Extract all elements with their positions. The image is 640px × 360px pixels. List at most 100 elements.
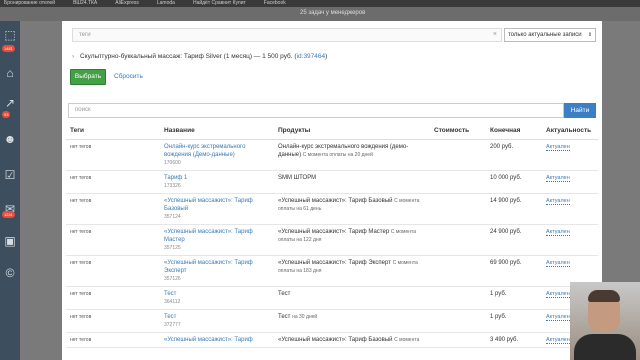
status-link[interactable]: Актуален <box>546 259 570 267</box>
final-price-cell: 14 900 руб. <box>486 193 542 225</box>
cost-cell <box>430 170 486 194</box>
chevron-right-icon: › <box>72 53 75 60</box>
name-cell: «Успешный массажист»: Тариф Мастер 357125 <box>160 224 274 256</box>
status-link[interactable]: Актуален <box>546 290 570 298</box>
badge-count: 93 <box>2 111 11 118</box>
name-cell: «Успешный массажист»: Тариф <box>160 332 274 348</box>
webcam-person-hair <box>588 290 620 302</box>
table-row[interactable]: нет тегов «Успешный массажист»: Тариф Мас… <box>66 224 598 256</box>
offer-name-link[interactable]: «Успешный массажист»: Тариф Мастер <box>164 228 270 244</box>
status-link[interactable]: Актуален <box>546 174 570 182</box>
chevron-updown-icon: ⇕ <box>587 32 592 38</box>
tags-input[interactable]: теги × <box>72 28 502 42</box>
choose-button[interactable]: Выбрать <box>70 69 106 85</box>
cost-cell <box>430 193 486 225</box>
badge-count: 1241 <box>2 211 15 218</box>
cost-cell <box>430 139 486 171</box>
filter-row: теги × только актуальные записи ⇕ <box>62 21 602 49</box>
name-cell: Тест 372777 <box>160 309 274 333</box>
webcam-person-body <box>574 334 636 360</box>
offer-id: 357125 <box>164 244 181 251</box>
product-id-link[interactable]: id:397464 <box>297 53 326 60</box>
actuality-cell: Актуален <box>542 193 598 225</box>
product-cell: Тест на 30 дней <box>274 309 430 333</box>
offer-name-link[interactable]: «Успешный массажист»: Тариф Эксперт <box>164 259 270 275</box>
status-link[interactable]: Актуален <box>546 197 570 205</box>
offer-name-link[interactable]: Тариф 1 <box>164 174 270 182</box>
reset-link[interactable]: Сбросить <box>114 69 143 85</box>
chat-icon[interactable]: © <box>2 265 18 281</box>
product-name: Тест <box>278 290 291 297</box>
product-cell: «Успешный массажист»: Тариф Базовый С мо… <box>274 193 430 225</box>
final-price-cell: 200 руб. <box>486 139 542 171</box>
clear-icon[interactable]: × <box>493 29 497 41</box>
table-row[interactable]: нет тегов Тест 364112 Тест 1 руб. Актуален <box>66 286 598 310</box>
actuality-cell: Актуален <box>542 170 598 194</box>
tasks-icon[interactable]: ☑ <box>2 167 18 183</box>
offer-name-link[interactable]: Онлайн-курс экстремального вождения (Дем… <box>164 143 270 159</box>
offers-table: Теги Название Продукты Стоимость Конечна… <box>66 125 598 348</box>
bookmark-link[interactable]: ВШ24.ТКА <box>69 0 97 6</box>
column-header: Конечная <box>486 125 542 140</box>
offer-id: 364112 <box>164 298 181 305</box>
chart-icon[interactable]: ↗ <box>2 95 18 111</box>
cost-cell <box>430 309 486 333</box>
bookmark-link[interactable]: Lamoda <box>153 0 175 6</box>
product-cell: «Успешный массажист»: Тариф Мастер С мом… <box>274 224 430 256</box>
page-backdrop <box>20 21 62 360</box>
table-row[interactable]: нет тегов «Успешный массажист»: Тариф Экс… <box>66 255 598 287</box>
product-name: «Успешный массажист»: Тариф Базовый <box>278 197 393 204</box>
bookmark-link[interactable]: Бронирование отелей <box>0 0 55 6</box>
product-note: С момента <box>394 336 420 343</box>
product-name: «Успешный массажист»: Тариф Мастер <box>278 228 390 235</box>
tags-cell: нет тегов <box>66 139 160 171</box>
product-note: на 30 дней <box>292 313 318 320</box>
name-cell: Тест 364112 <box>160 286 274 310</box>
table-row[interactable]: нет тегов «Успешный массажист»: Тариф «Усп… <box>66 332 598 348</box>
home-icon[interactable]: ⌂ <box>2 65 18 81</box>
video-icon[interactable]: ▣ <box>2 233 18 249</box>
cost-cell <box>430 224 486 256</box>
bookmark-link[interactable]: Facebook <box>260 0 286 6</box>
offer-name-link[interactable]: Тест <box>164 313 270 321</box>
table-row[interactable]: нет тегов Тест 372777 Тест на 30 дней 1 руб.… <box>66 309 598 333</box>
status-link[interactable]: Актуален <box>546 143 570 151</box>
logo-icon[interactable]: ⬚ <box>2 27 18 43</box>
find-button[interactable]: Найти <box>564 103 596 118</box>
table-row[interactable]: нет тегов Онлайн-курс экстремального вожд… <box>66 139 598 171</box>
status-link[interactable]: Актуален <box>546 228 570 236</box>
final-price-cell: 1 руб. <box>486 309 542 333</box>
bookmark-link[interactable]: AliExpress <box>111 0 139 6</box>
status-link[interactable]: Актуален <box>546 336 570 344</box>
actuality-select[interactable]: только актуальные записи ⇕ <box>504 28 596 42</box>
search-input[interactable]: поиск <box>68 103 564 118</box>
offer-id: 173326 <box>164 182 181 189</box>
table-row[interactable]: нет тегов «Успешный массажист»: Тариф Баз… <box>66 193 598 225</box>
product-name: «Успешный массажист»: Тариф Эксперт <box>278 259 391 266</box>
tags-cell: нет тегов <box>66 255 160 287</box>
offer-name-link[interactable]: «Успешный массажист»: Тариф Базовый <box>164 197 270 213</box>
product-cell: «Успешный массажист»: Тариф Эксперт С мо… <box>274 255 430 287</box>
product-note: С момента оплаты на 20 дней <box>302 151 373 158</box>
actuality-cell: Актуален <box>542 139 598 171</box>
offer-name-link[interactable]: «Успешный массажист»: Тариф <box>164 336 270 344</box>
users-icon[interactable]: ☻ <box>2 131 18 147</box>
product-name: SMM ШТОРМ <box>278 174 317 181</box>
tags-cell: нет тегов <box>66 224 160 256</box>
status-link[interactable]: Актуален <box>546 313 570 321</box>
name-cell: «Успешный массажист»: Тариф Эксперт 35712… <box>160 255 274 287</box>
offer-id: 357126 <box>164 275 181 282</box>
offer-name-link[interactable]: Тест <box>164 290 270 298</box>
search-placeholder: поиск <box>75 107 91 113</box>
selected-product-text: Скульптурно-буккальный массаж: Тариф Sil… <box>79 53 293 60</box>
actuality-cell: Актуален <box>542 224 598 256</box>
tags-cell: нет тегов <box>66 309 160 333</box>
name-cell: «Успешный массажист»: Тариф Базовый 35712… <box>160 193 274 225</box>
offer-id: 357124 <box>164 213 181 220</box>
column-header: Стоимость <box>430 125 486 140</box>
tags-placeholder: теги <box>79 32 91 38</box>
tasks-title: 25 задач у менеджеров <box>300 10 366 16</box>
bookmark-link[interactable]: Найдёт Сравнит Купит <box>189 0 246 6</box>
badge-count: 1481 <box>2 45 15 52</box>
table-row[interactable]: нет тегов Тариф 1 173326 SMM ШТОРМ 10 000 р… <box>66 170 598 194</box>
